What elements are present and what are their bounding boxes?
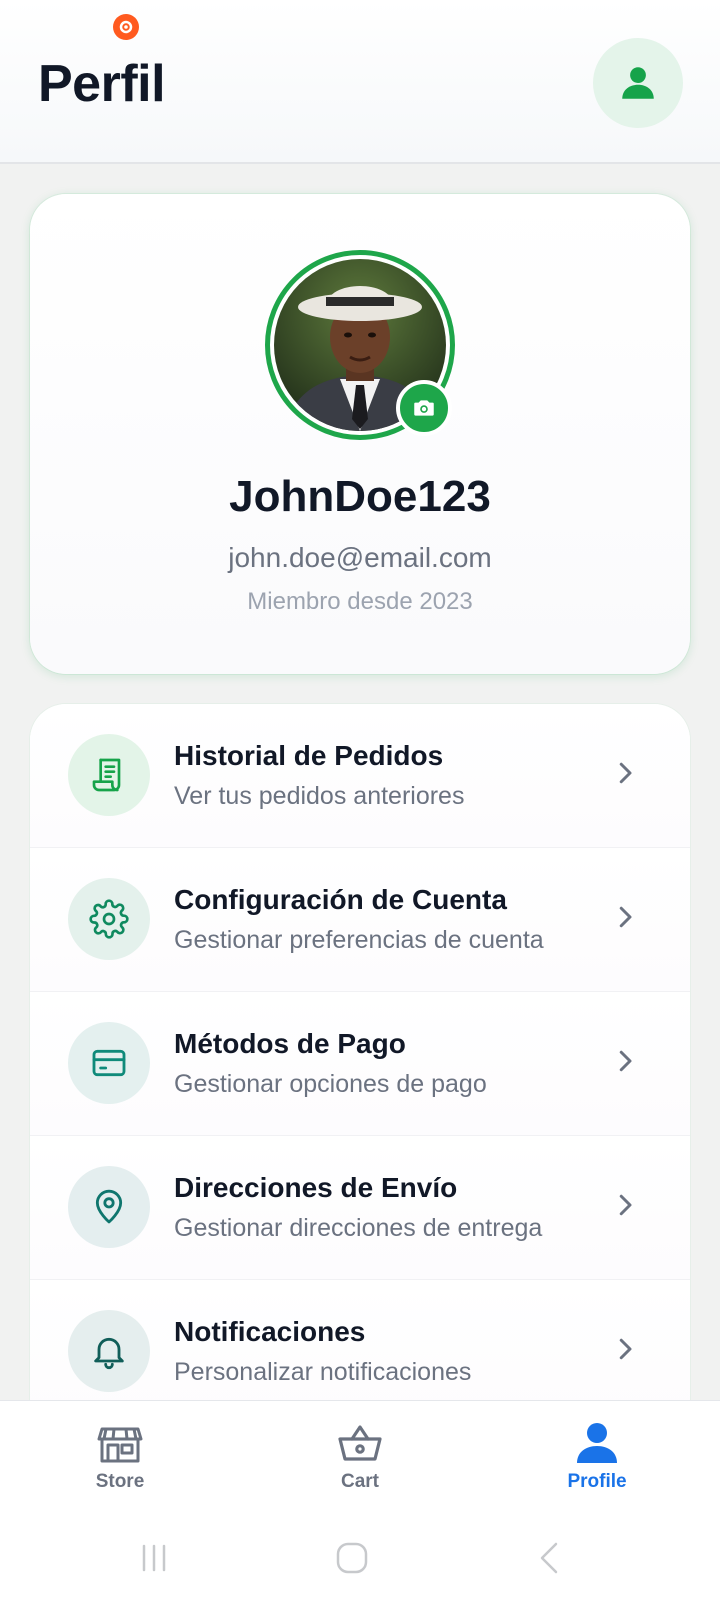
app-header: Perfil <box>0 0 720 164</box>
menu-item-title: Configuración de Cuenta <box>174 884 507 915</box>
menu-item-title: Direcciones de Envío <box>174 1172 458 1203</box>
camera-icon <box>414 400 434 416</box>
back-icon[interactable] <box>530 1538 570 1578</box>
menu-item-title: Historial de Pedidos <box>174 740 444 771</box>
member-since: Miembro desde 2023 <box>247 588 473 615</box>
chevron-right-icon <box>619 762 632 784</box>
bell-icon <box>68 1310 150 1392</box>
menu-item-subtitle: Personalizar notificaciones <box>174 1358 472 1386</box>
page-title: Perfil <box>38 55 166 113</box>
chevron-right-icon <box>619 1050 632 1072</box>
app-notification-icon <box>113 14 139 40</box>
credit-card-icon <box>68 1022 150 1104</box>
gear-icon <box>68 878 150 960</box>
change-photo-button[interactable] <box>396 380 452 436</box>
user-icon <box>577 1423 617 1463</box>
nav-label-profile: Profile <box>567 1471 627 1492</box>
menu-item-subtitle: Ver tus pedidos anteriores <box>174 782 465 810</box>
receipt-icon <box>68 734 150 816</box>
header-avatar-button[interactable] <box>593 38 683 128</box>
menu-item-account-settings[interactable]: Configuración de Cuenta Gestionar prefer… <box>30 848 690 992</box>
menu-item-payment-methods[interactable]: Métodos de Pago Gestionar opciones de pa… <box>30 992 690 1136</box>
nav-tab-cart[interactable]: Cart <box>280 1421 440 1501</box>
chevron-right-icon <box>619 1338 632 1360</box>
menu-item-shipping-addresses[interactable]: Direcciones de Envío Gestionar direccion… <box>30 1136 690 1280</box>
location-pin-icon <box>68 1166 150 1248</box>
bottom-navigation: Store Cart Profile <box>0 1400 720 1510</box>
menu-item-subtitle: Gestionar direcciones de entrega <box>174 1214 543 1242</box>
menu-item-subtitle: Gestionar preferencias de cuenta <box>174 926 544 954</box>
nav-tab-profile[interactable]: Profile <box>517 1421 677 1501</box>
recent-apps-icon[interactable] <box>134 1538 174 1578</box>
menu-item-subtitle: Gestionar opciones de pago <box>174 1070 487 1098</box>
basket-icon <box>338 1425 382 1461</box>
store-icon <box>97 1427 143 1463</box>
user-icon <box>622 67 654 99</box>
menu-item-title: Notificaciones <box>174 1316 366 1347</box>
nav-label-cart: Cart <box>340 1471 379 1492</box>
nav-tab-store[interactable]: Store <box>40 1421 200 1501</box>
profile-email: john.doe@email.com <box>228 542 492 573</box>
nav-label-store: Store <box>95 1471 145 1492</box>
chevron-right-icon <box>619 906 632 928</box>
system-navigation-bar <box>0 1510 720 1600</box>
profile-card: JohnDoe123 john.doe@email.com Miembro de… <box>30 194 690 674</box>
menu-item-order-history[interactable]: Historial de Pedidos Ver tus pedidos ant… <box>30 704 690 848</box>
chevron-right-icon <box>619 1194 632 1216</box>
home-icon[interactable] <box>332 1538 372 1578</box>
profile-username: JohnDoe123 <box>229 472 491 521</box>
menu-item-title: Métodos de Pago <box>174 1028 406 1059</box>
settings-menu: Historial de Pedidos Ver tus pedidos ant… <box>30 704 690 1424</box>
